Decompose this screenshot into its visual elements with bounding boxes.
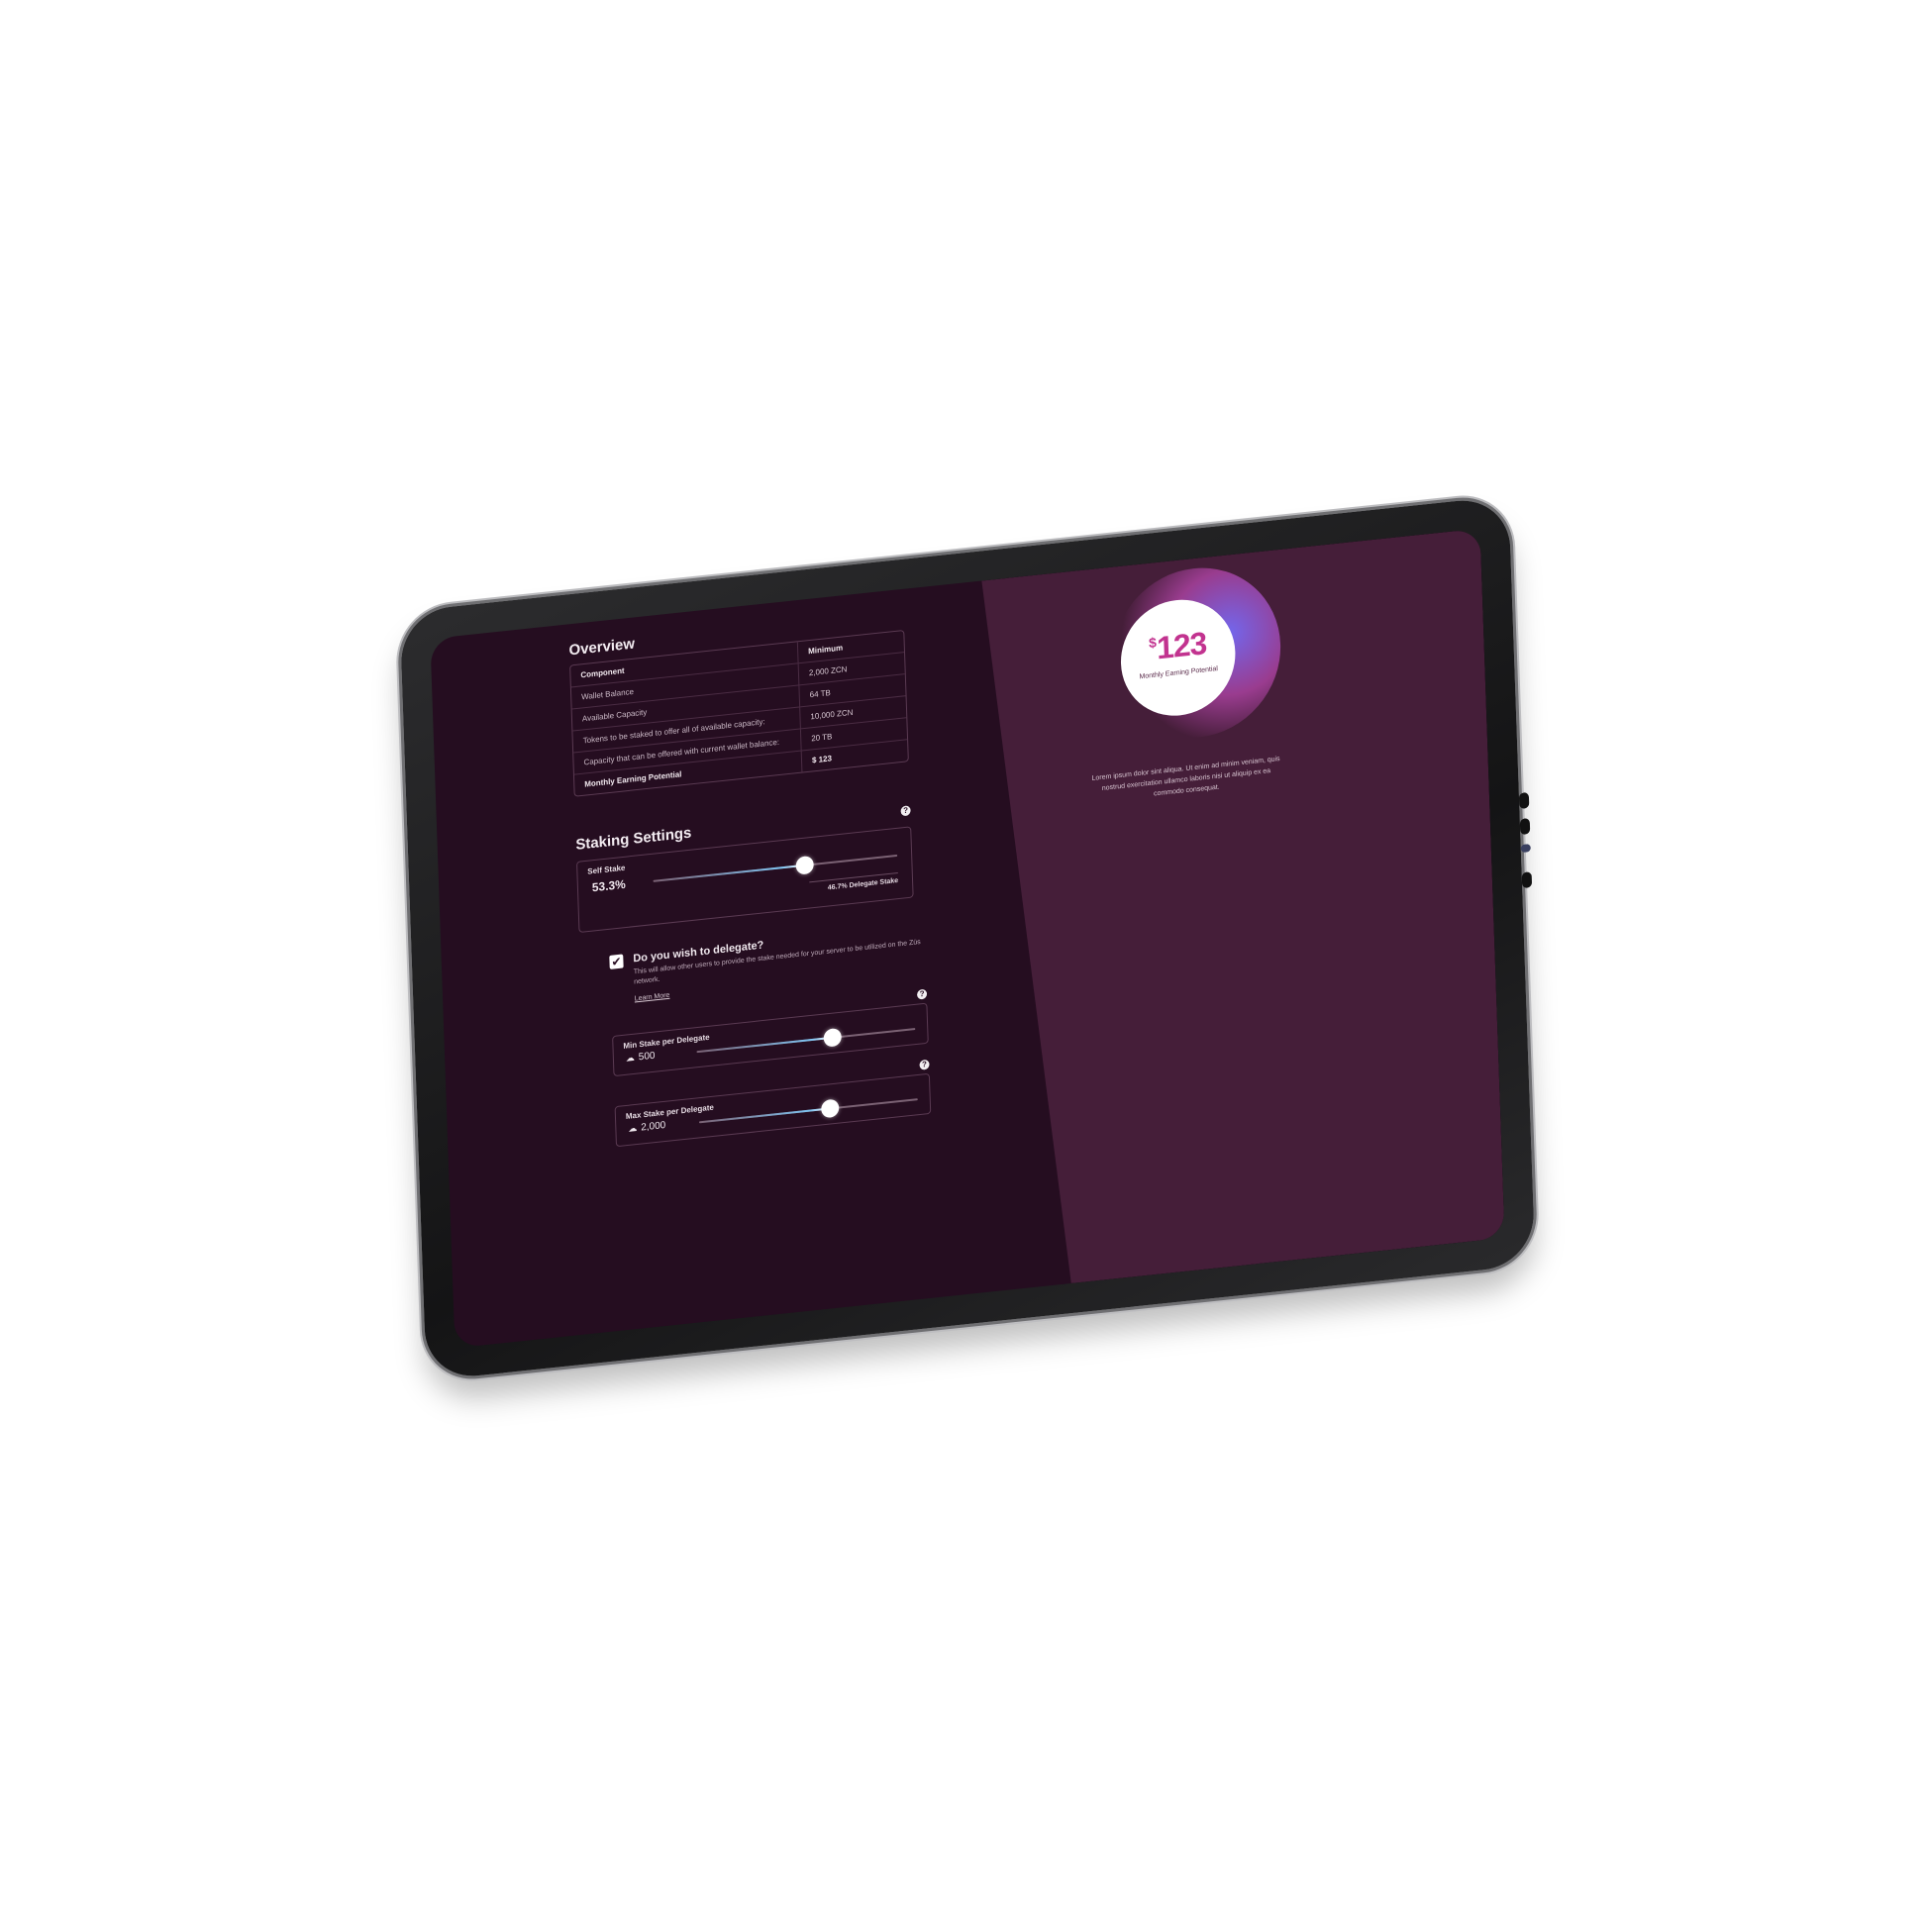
currency-symbol: $ [1148, 634, 1157, 652]
slider-fill [698, 1106, 831, 1123]
staking-settings-title: Staking Settings [575, 824, 692, 854]
settings-panel: Overview Component Minimum Wallet Balanc… [430, 576, 1046, 1348]
self-stake-percent: 53.3% [591, 876, 626, 895]
tablet-device: Overview Component Minimum Wallet Balanc… [399, 495, 1536, 1381]
help-icon[interactable]: ? [919, 1059, 930, 1070]
delegate-checkbox[interactable]: ✔ [609, 954, 624, 969]
cloud-icon: ☁ [628, 1122, 638, 1134]
help-icon[interactable]: ? [916, 988, 928, 1000]
earning-amount: $123 [1148, 625, 1207, 666]
camera-dot [1520, 844, 1531, 854]
help-icon[interactable]: ? [900, 804, 911, 816]
side-button [1519, 817, 1531, 836]
earning-panel: $123 Monthly Earning Potential Lorem ips… [981, 529, 1504, 1290]
side-button [1518, 791, 1530, 810]
learn-more-link[interactable]: Learn More [635, 992, 670, 1003]
slider-thumb[interactable] [795, 855, 814, 875]
max-stake-slider[interactable] [698, 1097, 918, 1123]
slider-thumb[interactable] [821, 1097, 840, 1118]
slider-fill [696, 1036, 833, 1053]
delegate-stake-percent: 46.7% Delegate Stake [809, 871, 899, 894]
max-stake-value: 2,000 [641, 1119, 666, 1134]
min-stake-value: 500 [638, 1050, 656, 1064]
min-stake-slider[interactable] [696, 1027, 916, 1053]
side-button [1521, 871, 1533, 889]
slider-thumb[interactable] [823, 1027, 842, 1048]
delegate-stake-settings: ? Min Stake per Delegate ☁ 500 ? Max Stak… [611, 983, 932, 1148]
slider-fill [653, 864, 805, 882]
cloud-icon: ☁ [625, 1052, 635, 1064]
self-stake-label: Self Stake [587, 863, 626, 876]
tablet-screen: Overview Component Minimum Wallet Balanc… [430, 528, 1505, 1349]
earning-description: Lorem ipsum dolor sint aliqua. Ut enim a… [1091, 756, 1280, 798]
overview-table: Component Minimum Wallet Balance 2,000 Z… [569, 629, 909, 797]
